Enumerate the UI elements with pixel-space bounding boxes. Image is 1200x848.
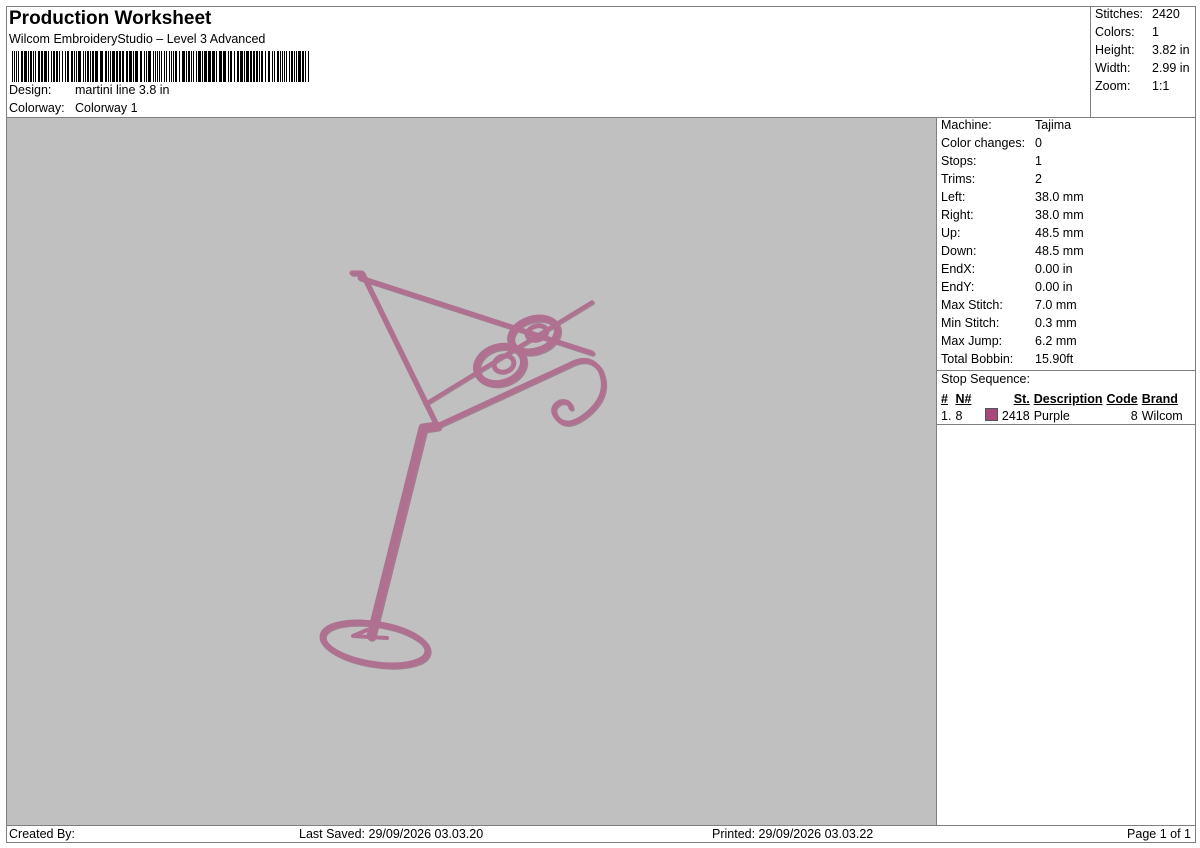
design-label: Design: (9, 83, 52, 97)
info-max-jump: Max Jump: 6.2 mm (941, 334, 1077, 348)
col-brand: Brand (1141, 391, 1178, 406)
table-header-row: # N# St. Description Code Brand (939, 390, 1185, 407)
row-stitches: 2418 (983, 407, 1031, 424)
info-right: Right: 38.0 mm (941, 208, 1084, 222)
info-trims: Trims: 2 (941, 172, 1042, 186)
info-machine: Machine: Tajima (941, 118, 1072, 132)
created-by: Created By: (9, 827, 76, 841)
stat-colors: Colors: 1 (1095, 25, 1159, 39)
col-description: Description (1033, 391, 1103, 406)
divider (937, 424, 1195, 425)
worksheet-footer: Created By: Last Saved: 29/09/2026 03.03… (6, 825, 1196, 843)
info-total-bobbin: Total Bobbin: 15.90ft (941, 352, 1074, 366)
info-color-changes: Color changes: 0 (941, 136, 1042, 150)
stat-height: Height: 3.82 in (1095, 43, 1190, 57)
worksheet-header: Production Worksheet Wilcom EmbroiderySt… (6, 6, 1091, 118)
info-down: Down: 48.5 mm (941, 244, 1084, 258)
col-code: Code (1106, 391, 1138, 406)
col-needle: N# (955, 391, 972, 406)
stats-panel: Stitches: 2420 Colors: 1 Height: 3.82 in Wi… (1090, 6, 1196, 118)
row-index: 1. (941, 408, 952, 423)
table-row: 1. 8 2418 Purple 8 Wilcom (939, 407, 1185, 424)
row-needle: 8 (955, 408, 963, 423)
page-number: Page 1 of 1 (1127, 827, 1191, 841)
design-value: martini line 3.8 in (75, 83, 170, 97)
col-stitches: St. (1013, 391, 1030, 406)
info-endx: EndX: 0.00 in (941, 262, 1073, 276)
row-description: Purple (1033, 408, 1070, 423)
info-up: Up: 48.5 mm (941, 226, 1084, 240)
stop-sequence-title: Stop Sequence: (941, 372, 1030, 386)
stop-sequence-table: # N# St. Description Code Brand 1. 8 241… (939, 390, 1185, 424)
colorway-value: Colorway 1 (75, 101, 138, 115)
machine-info-panel: Machine: Tajima Color changes: 0 Stops: 1 T… (936, 117, 1196, 826)
stat-stitches: Stitches: 2420 (1095, 7, 1180, 21)
info-endy: EndY: 0.00 in (941, 280, 1073, 294)
divider (937, 370, 1195, 371)
stat-zoom: Zoom: 1:1 (1095, 79, 1170, 93)
design-row: Design: martini line 3.8 in (9, 83, 170, 97)
martini-glass-icon (319, 270, 608, 670)
design-preview (6, 117, 937, 826)
row-code: 8 (1130, 408, 1138, 423)
printed-date: Printed: 29/09/2026 03.03.22 (712, 827, 874, 841)
stat-width: Width: 2.99 in (1095, 61, 1190, 75)
colorway-row: Colorway: Colorway 1 (9, 101, 138, 115)
info-stops: Stops: 1 (941, 154, 1042, 168)
col-index: # (941, 391, 948, 406)
colorway-label: Colorway: (9, 101, 65, 115)
page-title: Production Worksheet (9, 8, 212, 29)
info-max-stitch: Max Stitch: 7.0 mm (941, 298, 1077, 312)
software-name: Wilcom EmbroideryStudio – Level 3 Advanc… (9, 32, 266, 46)
row-brand: Wilcom (1141, 408, 1183, 423)
color-swatch-icon (985, 408, 999, 421)
barcode-icon (12, 51, 309, 82)
last-saved: Last Saved: 29/09/2026 03.03.20 (299, 827, 484, 841)
info-left: Left: 38.0 mm (941, 190, 1084, 204)
info-min-stitch: Min Stitch: 0.3 mm (941, 316, 1077, 330)
